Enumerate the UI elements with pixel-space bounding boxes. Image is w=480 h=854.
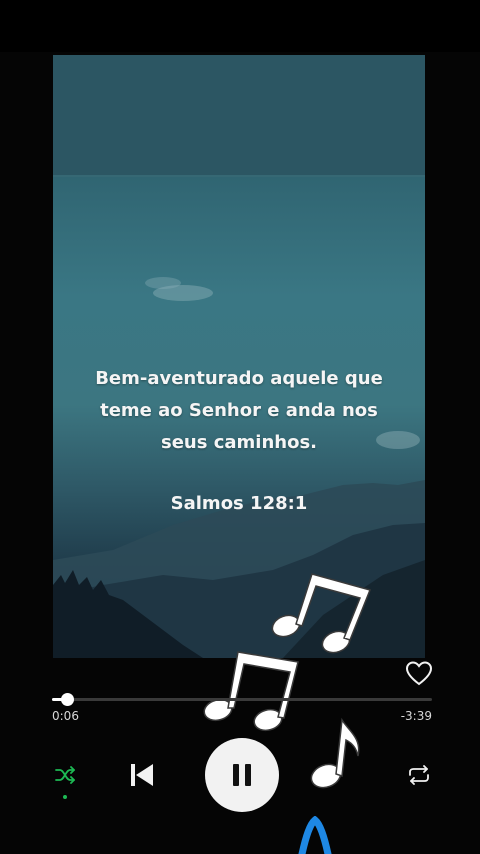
pause-button[interactable] <box>205 738 279 812</box>
shuffle-active-dot <box>63 795 67 799</box>
heart-outline-icon <box>405 661 433 686</box>
music-note-icon <box>310 717 360 789</box>
shuffle-button[interactable] <box>50 760 80 790</box>
elapsed-time: 0:06 <box>52 709 79 723</box>
repeat-icon <box>409 765 429 785</box>
like-button[interactable] <box>404 658 434 688</box>
music-note-icon <box>203 651 299 732</box>
music-note-icon <box>271 573 372 654</box>
pause-icon <box>245 764 251 786</box>
quote-line: Bem-aventurado aquele que <box>95 368 383 389</box>
scripture-reference: Salmos 128:1 <box>170 493 308 514</box>
scripture-quote: Bem-aventurado aquele que teme ao Senhor… <box>53 363 425 459</box>
edge-highlight <box>298 816 332 854</box>
remaining-time: -3:39 <box>400 709 432 723</box>
repeat-button[interactable] <box>404 760 434 790</box>
quote-line: seus caminhos. <box>160 432 317 453</box>
previous-button[interactable] <box>124 758 158 792</box>
playback-progress-bar[interactable] <box>52 693 432 706</box>
shuffle-icon <box>55 766 75 784</box>
pause-icon <box>233 764 239 786</box>
skip-previous-icon <box>131 764 153 786</box>
quote-line: teme ao Senhor e anda nos <box>100 400 378 421</box>
status-bar-area <box>0 0 480 52</box>
progress-thumb[interactable] <box>61 693 75 706</box>
